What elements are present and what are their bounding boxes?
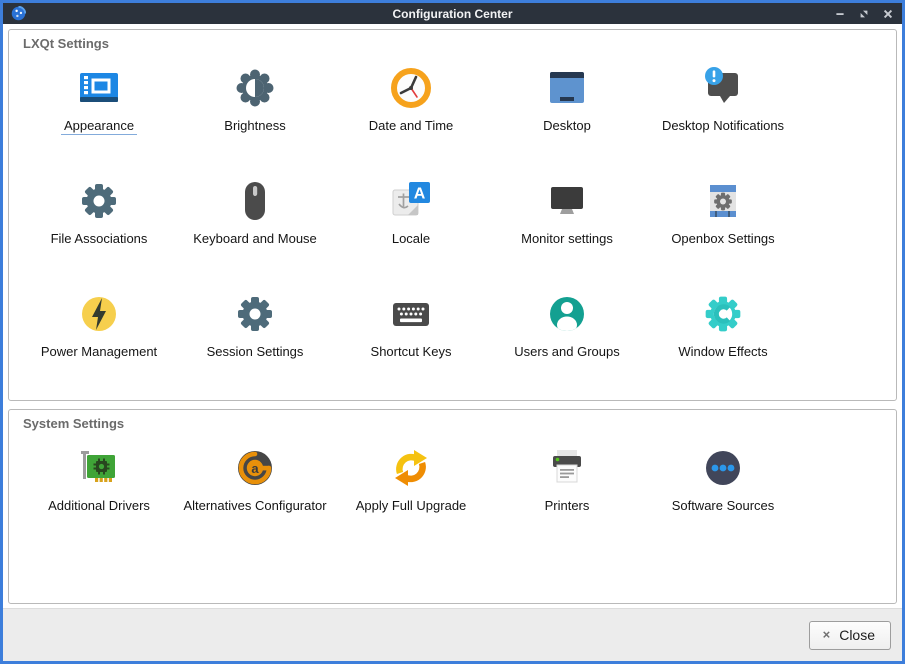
session-settings-icon xyxy=(231,290,279,338)
close-window-button[interactable] xyxy=(881,7,894,20)
svg-text:A: A xyxy=(414,186,426,203)
launcher-locale[interactable]: A Locale xyxy=(333,168,489,281)
close-button-x-icon: × xyxy=(823,627,831,642)
launcher-label: Monitor settings xyxy=(521,231,613,247)
launcher-power-management[interactable]: Power Management xyxy=(21,281,177,394)
lubuntu-logo-icon xyxy=(11,6,26,21)
window-title: Configuration Center xyxy=(3,7,902,21)
launcher-label: Keyboard and Mouse xyxy=(193,231,317,247)
launcher-label: Session Settings xyxy=(207,344,304,360)
group-title-system: System Settings xyxy=(21,414,888,435)
locale-icon: A xyxy=(387,177,435,225)
launcher-label: Appearance xyxy=(61,118,137,134)
additional-drivers-icon xyxy=(75,444,123,492)
launcher-label: Alternatives Configurator xyxy=(183,498,326,514)
lxqt-settings-grid: Appearance Brightness xyxy=(21,55,888,394)
minimize-icon xyxy=(834,8,846,20)
launcher-label: Desktop xyxy=(543,118,591,134)
lxqt-settings-group: LXQt Settings Appearance xyxy=(8,29,897,401)
date-time-icon xyxy=(387,64,435,112)
launcher-label: Software Sources xyxy=(672,498,775,514)
keyboard-mouse-icon xyxy=(231,177,279,225)
button-bar: × Close xyxy=(3,608,902,661)
window-effects-icon xyxy=(699,290,747,338)
launcher-monitor-settings[interactable]: Monitor settings xyxy=(489,168,645,281)
launcher-label: Date and Time xyxy=(369,118,454,134)
printers-icon xyxy=(543,444,591,492)
launcher-window-effects[interactable]: Window Effects xyxy=(645,281,801,394)
window-controls xyxy=(833,7,894,20)
launcher-shortcut-keys[interactable]: Shortcut Keys xyxy=(333,281,489,394)
users-groups-icon xyxy=(543,290,591,338)
desktop-notifications-icon xyxy=(699,64,747,112)
launcher-label: File Associations xyxy=(51,231,148,247)
launcher-label: Desktop Notifications xyxy=(662,118,784,134)
openbox-settings-icon xyxy=(699,177,747,225)
launcher-label: Brightness xyxy=(224,118,285,134)
launcher-label: Openbox Settings xyxy=(671,231,774,247)
monitor-settings-icon xyxy=(543,177,591,225)
system-settings-group: System Settings xyxy=(8,409,897,604)
alternatives-configurator-icon: a xyxy=(231,444,279,492)
launcher-label: Additional Drivers xyxy=(48,498,150,514)
launcher-label: Window Effects xyxy=(678,344,767,360)
software-sources-icon xyxy=(699,444,747,492)
launcher-software-sources[interactable]: Software Sources xyxy=(645,435,801,535)
configuration-center-window: Configuration Center LX xyxy=(0,0,905,664)
close-icon xyxy=(882,8,894,20)
group-title-lxqt: LXQt Settings xyxy=(21,34,888,55)
launcher-additional-drivers[interactable]: Additional Drivers xyxy=(21,435,177,535)
close-button-label: Close xyxy=(839,627,875,643)
minimize-button[interactable] xyxy=(833,7,846,20)
launcher-printers[interactable]: Printers xyxy=(489,435,645,535)
close-button[interactable]: × Close xyxy=(809,621,891,650)
shortcut-keys-icon xyxy=(387,290,435,338)
launcher-label: Printers xyxy=(545,498,590,514)
launcher-label: Users and Groups xyxy=(514,344,620,360)
launcher-file-associations[interactable]: File Associations xyxy=(21,168,177,281)
titlebar: Configuration Center xyxy=(3,3,902,24)
launcher-label: Locale xyxy=(392,231,430,247)
launcher-keyboard-mouse[interactable]: Keyboard and Mouse xyxy=(177,168,333,281)
launcher-brightness[interactable]: Brightness xyxy=(177,55,333,168)
svg-text:a: a xyxy=(251,461,259,476)
restore-button[interactable] xyxy=(857,7,870,20)
launcher-label: Shortcut Keys xyxy=(371,344,452,360)
launcher-appearance[interactable]: Appearance xyxy=(21,55,177,168)
launcher-label: Apply Full Upgrade xyxy=(356,498,467,514)
restore-icon xyxy=(858,8,870,20)
appearance-icon xyxy=(75,64,123,112)
brightness-icon xyxy=(231,64,279,112)
file-associations-icon xyxy=(75,177,123,225)
system-settings-grid: Additional Drivers a Alternatives Config… xyxy=(21,435,888,535)
apply-full-upgrade-icon xyxy=(387,444,435,492)
launcher-users-groups[interactable]: Users and Groups xyxy=(489,281,645,394)
launcher-openbox-settings[interactable]: Openbox Settings xyxy=(645,168,801,281)
content-area: LXQt Settings Appearance xyxy=(3,24,902,608)
launcher-apply-full-upgrade[interactable]: Apply Full Upgrade xyxy=(333,435,489,535)
launcher-desktop[interactable]: Desktop xyxy=(489,55,645,168)
launcher-desktop-notifications[interactable]: Desktop Notifications xyxy=(645,55,801,168)
launcher-label: Power Management xyxy=(41,344,157,360)
launcher-alternatives-configurator[interactable]: a Alternatives Configurator xyxy=(177,435,333,535)
desktop-icon xyxy=(543,64,591,112)
launcher-date-time[interactable]: Date and Time xyxy=(333,55,489,168)
launcher-session-settings[interactable]: Session Settings xyxy=(177,281,333,394)
power-management-icon xyxy=(75,290,123,338)
